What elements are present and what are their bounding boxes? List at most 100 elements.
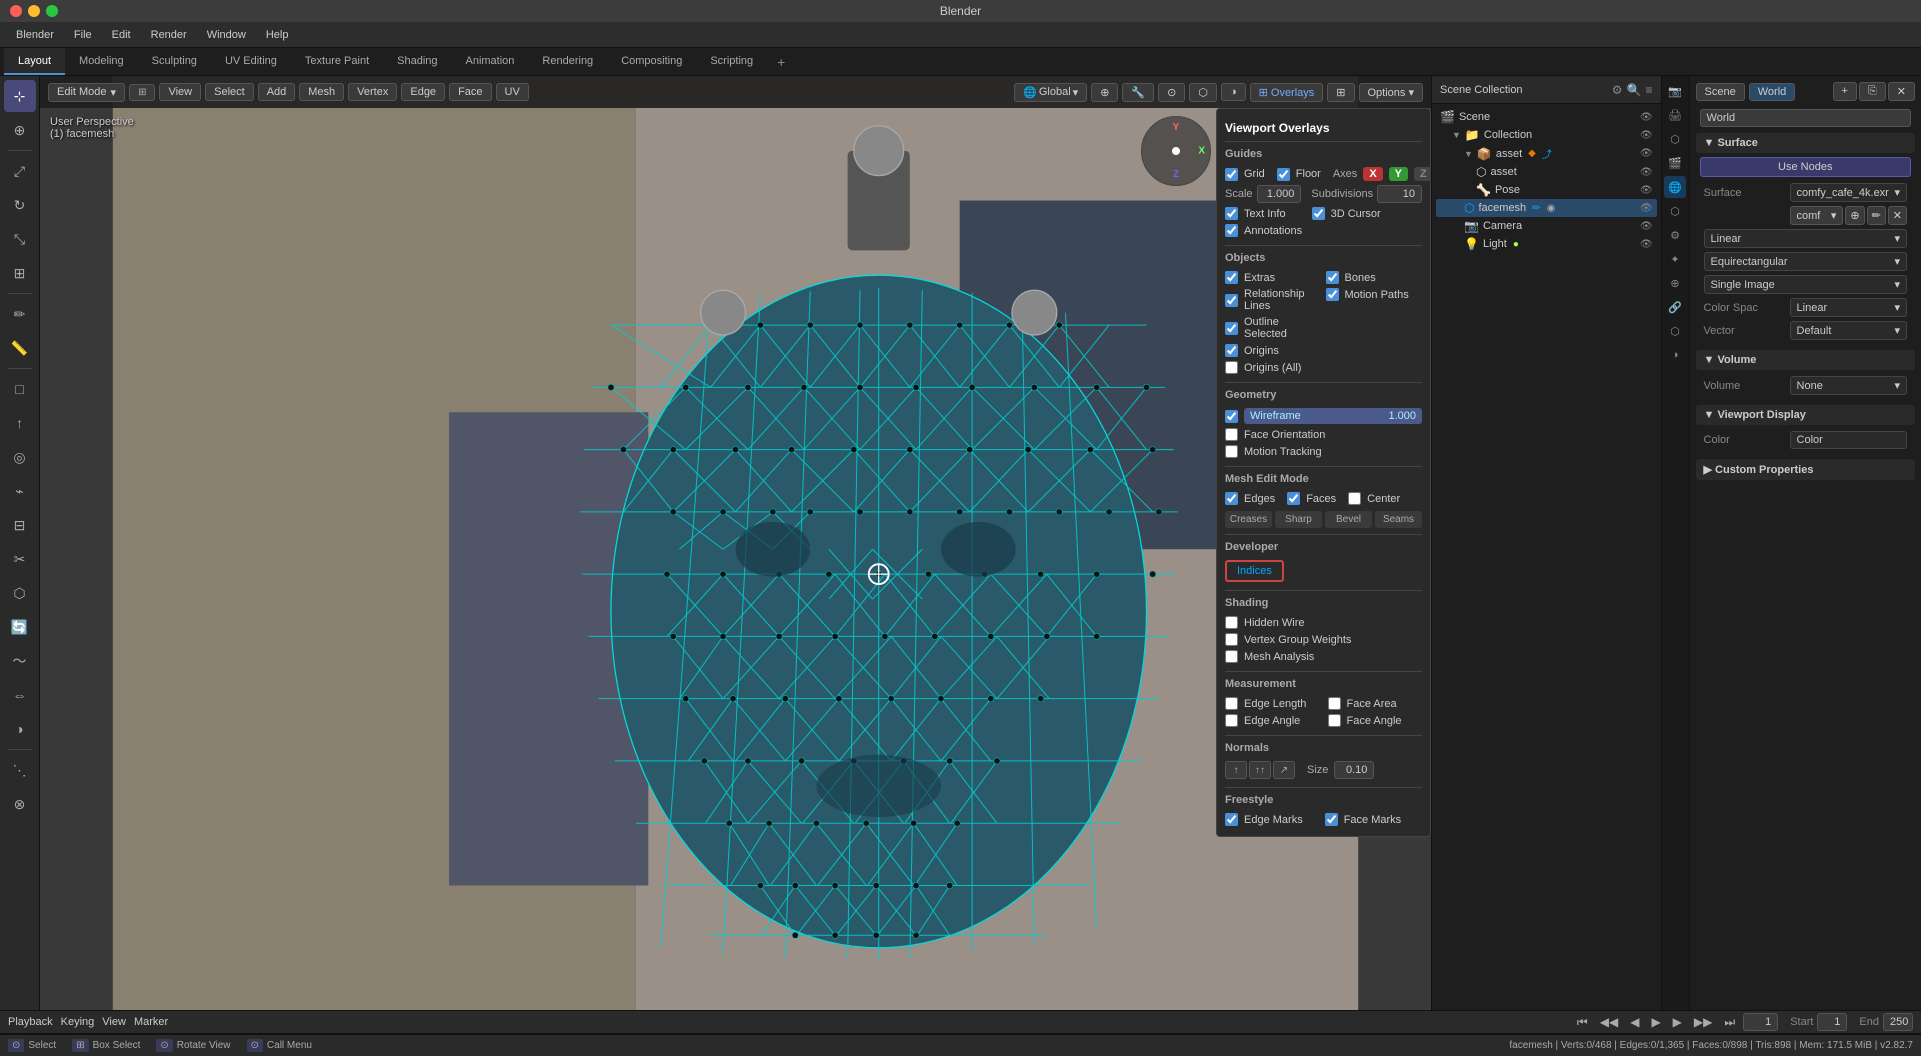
normal-loop-btn[interactable]: ↗ [1273, 761, 1295, 779]
edge-slide-btn[interactable]: ⇔ [4, 679, 36, 711]
jump-next-keyframe-btn[interactable]: ▶▶ [1690, 1015, 1716, 1029]
world-tab-btn[interactable]: World [1749, 83, 1796, 101]
edge-angle-checkbox[interactable] [1225, 714, 1238, 727]
vertex-menu-btn[interactable]: Vertex [348, 83, 397, 101]
tab-sculpting[interactable]: Sculpting [138, 48, 211, 75]
snap-btn[interactable]: 🔧 [1122, 83, 1154, 102]
measure-btn[interactable]: 📏 [4, 332, 36, 364]
scene-props-btn[interactable]: 🎬 [1664, 152, 1686, 174]
maximize-btn[interactable] [46, 5, 58, 17]
playback-label[interactable]: Playback [8, 1016, 53, 1028]
center-checkbox[interactable] [1348, 492, 1361, 505]
faces-checkbox[interactable] [1287, 492, 1300, 505]
menu-file[interactable]: File [66, 27, 100, 43]
origins-checkbox[interactable] [1225, 344, 1238, 357]
tab-animation[interactable]: Animation [452, 48, 529, 75]
outline-selected-checkbox[interactable] [1225, 322, 1238, 335]
constraints-props-btn[interactable]: 🔗 [1664, 296, 1686, 318]
mesh-menu-btn[interactable]: Mesh [299, 83, 344, 101]
custom-props-header[interactable]: ▶ Custom Properties [1696, 459, 1915, 480]
extras-checkbox[interactable] [1225, 271, 1238, 284]
bevel-btn[interactable]: ⌁ [4, 475, 36, 507]
face-area-checkbox[interactable] [1328, 697, 1341, 710]
tab-rendering[interactable]: Rendering [528, 48, 607, 75]
floor-checkbox[interactable] [1277, 168, 1290, 181]
outliner-options-icon[interactable]: ≡ [1646, 83, 1653, 97]
physics-props-btn[interactable]: ⊕ [1664, 272, 1686, 294]
proportional-btn[interactable]: ⊙ [1158, 83, 1185, 102]
tab-scripting[interactable]: Scripting [696, 48, 767, 75]
edge-length-checkbox[interactable] [1225, 697, 1238, 710]
pose-visibility[interactable]: 👁 [1640, 185, 1653, 196]
wireframe-checkbox[interactable] [1225, 410, 1238, 423]
surface-value-field[interactable]: comfy_cafe_4k.exr ▾ [1790, 183, 1907, 202]
volume-header[interactable]: ▼ Volume [1696, 350, 1915, 370]
current-frame-field[interactable]: 1 [1743, 1013, 1778, 1031]
move-tool-btn[interactable]: ⤢ [4, 155, 36, 187]
surface-header[interactable]: ▼ Surface [1696, 133, 1915, 153]
play-pause-btn[interactable]: ▶ [1647, 1015, 1664, 1029]
inset-btn[interactable]: ◎ [4, 441, 36, 473]
select-menu-btn[interactable]: Select [205, 83, 254, 101]
cursor-tool-btn[interactable]: ⊕ [4, 114, 36, 146]
rotate-tool-btn[interactable]: ↻ [4, 189, 36, 221]
smooth-btn[interactable]: 〜 [4, 645, 36, 677]
object-props-btn[interactable]: ⬡ [1664, 200, 1686, 222]
facemesh-item[interactable]: ⬡ facemesh ✏ ◉ 👁 [1436, 199, 1657, 217]
shrink-btn[interactable]: ◑ [4, 713, 36, 745]
scene-visibility[interactable]: 👁 [1640, 112, 1653, 123]
global-transform-btn[interactable]: 🌐 Global ▾ [1014, 83, 1087, 102]
scene-item[interactable]: 🎬 Scene 👁 [1436, 108, 1657, 126]
axis-z-btn[interactable]: Z [1414, 167, 1431, 181]
viewport-options-btn[interactable]: ⊞ [129, 84, 155, 101]
axis-y-btn[interactable]: Y [1389, 167, 1408, 181]
pivot-btn[interactable]: ⊕ [1091, 83, 1118, 102]
edge-marks-checkbox[interactable] [1225, 813, 1238, 826]
transform-tool-btn[interactable]: ⊞ [4, 257, 36, 289]
equirect-dropdown[interactable]: Equirectangular ▾ [1704, 252, 1907, 271]
volume-value-field[interactable]: None ▾ [1790, 376, 1907, 395]
jump-end-btn[interactable]: ⏭ [1720, 1015, 1739, 1030]
close-btn[interactable] [10, 5, 22, 17]
spin-btn[interactable]: 🔄 [4, 611, 36, 643]
normals-size-value[interactable]: 0.10 [1334, 761, 1374, 779]
extrude-btn[interactable]: ↑ [4, 407, 36, 439]
menu-window[interactable]: Window [199, 27, 254, 43]
outliner-search-icon[interactable]: 🔍 [1627, 83, 1642, 97]
scene-tab-btn[interactable]: Scene [1696, 83, 1745, 101]
world-delete-btn[interactable]: ✕ [1888, 82, 1915, 101]
linear-dropdown[interactable]: Linear ▾ [1704, 229, 1907, 248]
scale-tool-btn[interactable]: ⤡ [4, 223, 36, 255]
world-new-btn[interactable]: + [1833, 82, 1857, 101]
mesh-analysis-checkbox[interactable] [1225, 650, 1238, 663]
xray-btn[interactable]: ⬡ [1189, 83, 1217, 102]
face-orientation-checkbox[interactable] [1225, 428, 1238, 441]
normal-face-btn[interactable]: ↑↑ [1249, 761, 1271, 779]
poly-build-btn[interactable]: ⬡ [4, 577, 36, 609]
world-duplicate-btn[interactable]: ⎘ [1859, 82, 1886, 101]
single-image-dropdown[interactable]: Single Image ▾ [1704, 275, 1907, 294]
annotations-checkbox[interactable] [1225, 224, 1238, 237]
asset-item[interactable]: ▼ 📦 asset ◆ ⤴ 👁 [1436, 144, 1657, 163]
scale-value[interactable]: 1.000 [1257, 185, 1302, 203]
viewport-display-header[interactable]: ▼ Viewport Display [1696, 405, 1915, 425]
face-marks-checkbox[interactable] [1325, 813, 1338, 826]
next-frame-btn[interactable]: ▶ [1669, 1015, 1686, 1029]
asset-node-unlink[interactable]: ✕ [1888, 206, 1907, 225]
add-cube-btn[interactable]: □ [4, 373, 36, 405]
world-props-btn active[interactable]: 🌐 [1664, 176, 1686, 198]
rip-btn[interactable]: ⊗ [4, 788, 36, 820]
view-layer-props-btn[interactable]: ⬡ [1664, 128, 1686, 150]
normal-vertex-btn[interactable]: ↑ [1225, 761, 1247, 779]
annotate-btn[interactable]: ✏ [4, 298, 36, 330]
edit-mode-selector[interactable]: Edit Mode ▾ [48, 83, 125, 102]
outliner-filter-icon[interactable]: ⚙ [1612, 83, 1623, 97]
marker-label[interactable]: Marker [134, 1016, 168, 1028]
edge-menu-btn[interactable]: Edge [401, 83, 445, 101]
hidden-wire-checkbox[interactable] [1225, 616, 1238, 629]
keying-label[interactable]: Keying [61, 1016, 95, 1028]
material-props-btn[interactable]: ◑ [1664, 344, 1686, 366]
particle-props-btn[interactable]: ✦ [1664, 248, 1686, 270]
options-btn[interactable]: Options ▾ [1359, 83, 1424, 102]
tab-shading[interactable]: Shading [383, 48, 451, 75]
